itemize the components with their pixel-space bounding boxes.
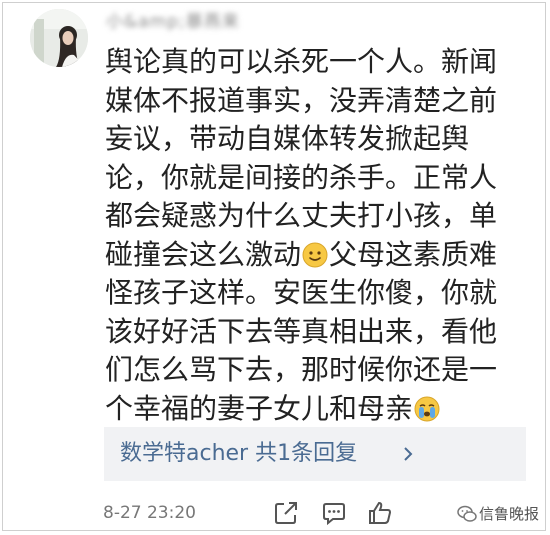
comment-text: 舆论真的可以杀死一个人。新闻 媒体不报道事实，没弄清楚之前 妄议，带动自媒体转发…: [105, 43, 550, 428]
comment-card: 小&amp;暴燕来 舆论真的可以杀死一个人。新闻 媒体不报道事实，没弄清楚之前 …: [2, 2, 546, 531]
comment-line: 妄议，带动自媒体转发掀起舆: [105, 122, 470, 155]
watermark: 信鲁晚报: [457, 503, 545, 525]
comment-line: 都会疑惑为什么丈夫打小孩，单: [105, 199, 498, 232]
share-icon[interactable]: [273, 500, 299, 526]
like-icon[interactable]: [367, 500, 393, 526]
comment-line: 们怎么骂下去，那时候你还是一: [105, 353, 498, 386]
avatar[interactable]: [30, 9, 88, 67]
timestamp: 8-27 23:20: [103, 503, 196, 523]
comment-line: 媒体不报道事实，没弄清楚之前: [105, 83, 498, 117]
crying-emoji-icon: [414, 396, 440, 422]
comment-line: 论，你就是间接的杀手。正常人: [105, 160, 498, 194]
replies-link[interactable]: 数学特acher 共1条回复: [120, 427, 357, 481]
comment-icon[interactable]: [321, 500, 347, 526]
smile-emoji-icon: [302, 242, 328, 268]
comment-line: 碰撞会这么激动: [105, 237, 302, 271]
comment-line: 舆论真的可以杀死一个人。新闻: [105, 45, 498, 78]
comment-line: 该好好活下去等真相出来，看他: [105, 314, 498, 348]
comment-line: 个幸福的妻子女儿和母亲: [105, 391, 414, 425]
username[interactable]: 小&amp;暴燕来: [106, 11, 306, 33]
watermark-text: 信鲁晚报: [479, 505, 540, 523]
view-replies-button[interactable]: 数学特acher 共1条回复: [104, 427, 526, 481]
comment-line: 怪孩子这样。安医生你傻，你就: [105, 276, 498, 309]
chevron-right-icon: [401, 446, 415, 462]
wechat-icon: [457, 505, 477, 523]
comment-line: 父母这素质难: [329, 237, 498, 271]
